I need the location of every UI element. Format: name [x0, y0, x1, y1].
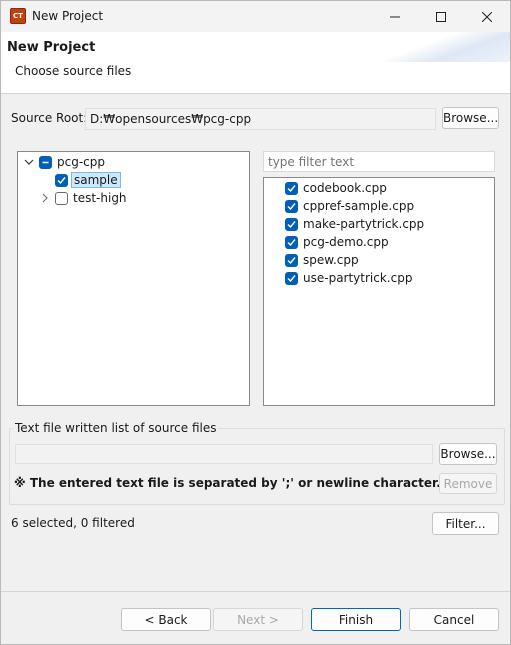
- close-icon: [482, 11, 492, 22]
- file-item-label: make-partytrick.cpp: [303, 217, 425, 231]
- checkbox-unchecked-icon[interactable]: [55, 191, 68, 205]
- footer-separator: [1, 591, 510, 592]
- partial-checkbox-icon[interactable]: [39, 155, 52, 169]
- text-file-browse-button[interactable]: Browse...: [439, 443, 497, 465]
- maximize-icon: [436, 11, 446, 22]
- header-decoration: [380, 32, 510, 62]
- source-root-browse-button[interactable]: Browse...: [442, 107, 499, 129]
- source-root-field[interactable]: D:₩opensources₩pcg-cpp: [85, 108, 436, 130]
- back-button[interactable]: < Back: [121, 608, 211, 631]
- file-item-label: use-partytrick.cpp: [303, 271, 413, 285]
- file-list[interactable]: codebook.cpp cppref-sample.cpp make-part…: [263, 177, 495, 406]
- next-button[interactable]: Next >: [213, 608, 303, 631]
- finish-button[interactable]: Finish: [311, 608, 401, 631]
- page-subtitle: Choose source files: [15, 64, 132, 78]
- file-item[interactable]: make-partytrick.cpp: [285, 215, 424, 233]
- checkbox-checked-icon[interactable]: [285, 199, 298, 213]
- expand-chevron-right-icon[interactable]: [39, 192, 51, 204]
- text-file-group-legend: Text file written list of source files: [13, 421, 219, 435]
- text-file-path-field[interactable]: [15, 444, 433, 464]
- file-item[interactable]: codebook.cpp: [285, 179, 387, 197]
- wizard-header: New Project Choose source files: [1, 32, 510, 94]
- page-title: New Project: [7, 40, 96, 55]
- selection-summary: 6 selected, 0 filtered: [11, 516, 135, 530]
- checkbox-checked-icon[interactable]: [285, 253, 298, 267]
- file-filter-input[interactable]: [263, 151, 495, 172]
- separator-note: ※ The entered text file is separated by …: [14, 476, 441, 490]
- minimize-icon: [390, 16, 400, 17]
- folder-tree[interactable]: pcg-cpp sample test-high: [17, 151, 250, 406]
- file-item[interactable]: use-partytrick.cpp: [285, 269, 412, 287]
- filter-button[interactable]: Filter...: [432, 512, 499, 535]
- file-item-label: spew.cpp: [303, 253, 359, 267]
- remove-button[interactable]: Remove: [439, 473, 497, 494]
- file-item-label: pcg-demo.cpp: [303, 235, 389, 249]
- title-bar[interactable]: CT New Project: [1, 1, 510, 32]
- tree-item-label: test-high: [73, 191, 127, 205]
- file-item[interactable]: spew.cpp: [285, 251, 359, 269]
- cancel-button[interactable]: Cancel: [409, 608, 499, 631]
- minimize-button[interactable]: [372, 1, 418, 32]
- tree-item-pcg-cpp[interactable]: pcg-cpp: [39, 153, 105, 171]
- tree-item-label: sample: [71, 172, 121, 188]
- tree-item-test-high[interactable]: test-high: [55, 189, 127, 207]
- checkbox-checked-icon[interactable]: [285, 181, 298, 195]
- file-item-label: cppref-sample.cpp: [303, 199, 415, 213]
- tree-item-label: pcg-cpp: [57, 155, 105, 169]
- checkbox-checked-icon[interactable]: [285, 235, 298, 249]
- text-file-group: [9, 428, 505, 505]
- expand-chevron-down-icon[interactable]: [23, 156, 35, 168]
- app-icon: CT: [10, 8, 26, 24]
- window-title: New Project: [32, 9, 104, 23]
- file-item[interactable]: cppref-sample.cpp: [285, 197, 414, 215]
- file-item[interactable]: pcg-demo.cpp: [285, 233, 389, 251]
- maximize-button[interactable]: [418, 1, 464, 32]
- new-project-dialog: CT New Project New Project Choose source…: [0, 0, 511, 645]
- checkbox-checked-icon[interactable]: [285, 217, 298, 231]
- tree-item-sample[interactable]: sample: [55, 171, 121, 189]
- file-item-label: codebook.cpp: [303, 181, 387, 195]
- source-root-label: Source Root:: [11, 111, 88, 125]
- checkbox-checked-icon[interactable]: [55, 173, 68, 187]
- checkbox-checked-icon[interactable]: [285, 271, 298, 285]
- close-button[interactable]: [464, 1, 510, 32]
